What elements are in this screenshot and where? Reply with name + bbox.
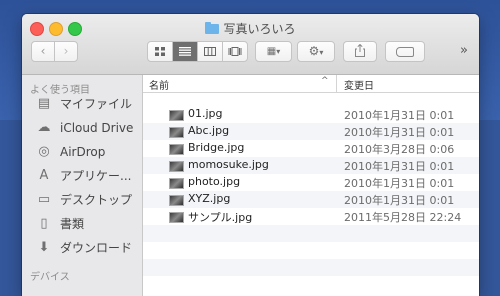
file-row[interactable]: XYZ.jpg 2010年1月31日 0:01 xyxy=(143,191,479,208)
sidebar-item-all-my-files[interactable]: ▤ マイファイル xyxy=(22,93,142,115)
jpeg-thumbnail-icon xyxy=(169,127,184,138)
share-button[interactable] xyxy=(343,41,377,62)
file-row[interactable]: サンプル.jpg 2011年5月28日 22:24 xyxy=(143,208,479,225)
chevron-down-icon: ▾ xyxy=(276,47,281,56)
column-header-row: 名前 ^ 変更日 xyxy=(143,75,479,93)
action-button[interactable]: ⚙▾ xyxy=(297,41,335,62)
sidebar-item-label: 書類 xyxy=(60,217,85,231)
desktop-icon: ▭ xyxy=(37,192,51,207)
sidebar-item-applications[interactable]: A アプリケー... xyxy=(22,165,142,187)
file-date: 2010年1月31日 0:01 xyxy=(344,160,455,173)
jpeg-thumbnail-icon xyxy=(169,195,184,206)
sidebar-item-label: アプリケー... xyxy=(60,169,132,183)
cloud-icon: ☁ xyxy=(37,120,51,135)
list-view-button[interactable] xyxy=(173,42,198,61)
file-row[interactable]: 01.jpg 2010年1月31日 0:01 xyxy=(143,106,479,123)
sidebar-item-desktop[interactable]: ▭ デスクトップ xyxy=(22,189,142,211)
columns-icon xyxy=(204,47,216,56)
sidebar-item-airdrop[interactable]: ◎ AirDrop xyxy=(22,141,142,163)
applications-icon: A xyxy=(39,168,49,183)
folder-icon xyxy=(205,22,220,34)
file-row[interactable]: photo.jpg 2010年1月31日 0:01 xyxy=(143,174,479,191)
coverflow-view-button[interactable] xyxy=(223,42,247,61)
jpeg-thumbnail-icon xyxy=(169,110,184,121)
view-mode-segmented-control xyxy=(147,41,248,62)
toolbar-overflow-button[interactable]: » xyxy=(460,43,468,58)
share-icon xyxy=(355,43,365,57)
file-date: 2010年1月31日 0:01 xyxy=(344,126,455,139)
window-title-text: 写真いろいろ xyxy=(223,22,296,36)
empty-row xyxy=(143,259,479,276)
sidebar-item-icloud-drive[interactable]: ☁ iCloud Drive xyxy=(22,117,142,139)
sidebar-item-label: iCloud Drive xyxy=(60,121,134,135)
forward-button[interactable]: › xyxy=(54,41,78,62)
column-divider[interactable] xyxy=(336,75,337,92)
all-files-icon: ▤ xyxy=(37,96,51,111)
file-name: photo.jpg xyxy=(188,175,241,188)
file-row[interactable]: Abc.jpg 2010年1月31日 0:01 xyxy=(143,123,479,140)
file-name: 01.jpg xyxy=(188,107,223,120)
file-name: momosuke.jpg xyxy=(188,158,269,171)
back-button[interactable]: ‹ xyxy=(31,41,55,62)
jpeg-thumbnail-icon xyxy=(169,212,184,223)
list-lines-icon xyxy=(179,47,191,56)
icon-grid-icon xyxy=(155,47,165,56)
chevron-down-icon: ▾ xyxy=(319,48,324,57)
file-row[interactable]: Bridge.jpg 2010年3月28日 0:06 xyxy=(143,140,479,157)
file-date: 2011年5月28日 22:24 xyxy=(344,211,462,224)
sort-ascending-icon: ^ xyxy=(321,76,329,86)
tag-icon xyxy=(396,46,414,57)
file-name: Bridge.jpg xyxy=(188,141,245,154)
airdrop-icon: ◎ xyxy=(38,144,50,159)
sidebar-item-label: ダウンロード xyxy=(60,241,133,255)
file-date: 2010年3月28日 0:06 xyxy=(344,143,455,156)
jpeg-thumbnail-icon xyxy=(169,161,184,172)
sidebar-item-label: AirDrop xyxy=(60,145,106,159)
coverflow-icon xyxy=(228,47,242,56)
sidebar: よく使う項目 ▤ マイファイル ☁ iCloud Drive ◎ AirDrop… xyxy=(22,75,143,296)
arrange-button[interactable]: ▦▾ xyxy=(255,41,292,62)
file-name: Abc.jpg xyxy=(188,124,230,137)
jpeg-thumbnail-icon xyxy=(169,144,184,155)
column-header-date-modified[interactable]: 変更日 xyxy=(344,77,374,92)
sidebar-item-label: マイファイル xyxy=(60,97,133,111)
file-row[interactable]: momosuke.jpg 2010年1月31日 0:01 xyxy=(143,157,479,174)
empty-row xyxy=(143,225,479,242)
window-title: 写真いろいろ xyxy=(22,20,479,37)
gear-icon: ⚙ xyxy=(308,44,320,58)
file-list: 名前 ^ 変更日 01.jpg 2010年1月31日 0:01 Abc.jpg … xyxy=(143,75,479,296)
arrange-grid-icon: ▦ xyxy=(266,46,277,57)
sidebar-item-label: デスクトップ xyxy=(60,193,133,207)
column-view-button[interactable] xyxy=(198,42,223,61)
tags-button[interactable] xyxy=(385,41,425,62)
jpeg-thumbnail-icon xyxy=(169,178,184,189)
downloads-icon: ⬇ xyxy=(38,240,50,255)
file-date: 2010年1月31日 0:01 xyxy=(344,177,455,190)
documents-icon: ▯ xyxy=(40,216,48,231)
file-date: 2010年1月31日 0:01 xyxy=(344,109,455,122)
column-header-name[interactable]: 名前 xyxy=(149,77,169,92)
sidebar-item-documents[interactable]: ▯ 書類 xyxy=(22,213,142,235)
sidebar-header-devices: デバイス xyxy=(30,272,70,283)
toolbar: 写真いろいろ ‹ › ▦▾ ⚙▾ » xyxy=(22,14,479,75)
file-name: サンプル.jpg xyxy=(188,211,253,224)
file-date: 2010年1月31日 0:01 xyxy=(344,194,455,207)
file-name: XYZ.jpg xyxy=(188,192,231,205)
finder-window: 写真いろいろ ‹ › ▦▾ ⚙▾ » よく使う項目 ▤ マイファイル ☁ iCl… xyxy=(22,14,479,296)
icon-view-button[interactable] xyxy=(148,42,173,61)
sidebar-item-downloads[interactable]: ⬇ ダウンロード xyxy=(22,237,142,259)
